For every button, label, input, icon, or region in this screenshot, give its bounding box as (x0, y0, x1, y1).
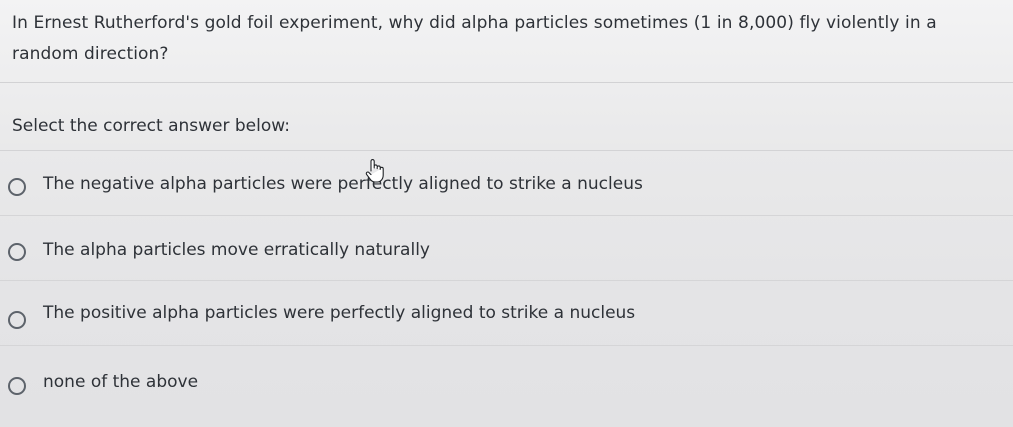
answer-option-4[interactable]: none of the above (0, 346, 1013, 410)
answer-option-2[interactable]: The alpha particles move erratically nat… (0, 216, 1013, 281)
radio-circle-icon[interactable] (8, 311, 26, 329)
answer-option-label: The negative alpha particles were perfec… (43, 174, 643, 194)
answer-option-3[interactable]: The positive alpha particles were perfec… (0, 281, 1013, 346)
answer-option-label: The alpha particles move erratically nat… (43, 240, 430, 260)
radio-circle-icon[interactable] (8, 178, 26, 196)
answer-option-label: The positive alpha particles were perfec… (43, 303, 636, 323)
radio-circle-icon[interactable] (8, 377, 26, 395)
question-text: In Ernest Rutherford's gold foil experim… (12, 13, 937, 64)
radio-circle-icon[interactable] (8, 243, 26, 261)
question-block: In Ernest Rutherford's gold foil experim… (0, 0, 1013, 83)
instruction-text: Select the correct answer below: (12, 116, 290, 136)
hand-pointer-icon (365, 159, 384, 183)
answer-option-label: none of the above (43, 372, 199, 392)
answer-option-1[interactable]: The negative alpha particles were perfec… (0, 151, 1013, 216)
